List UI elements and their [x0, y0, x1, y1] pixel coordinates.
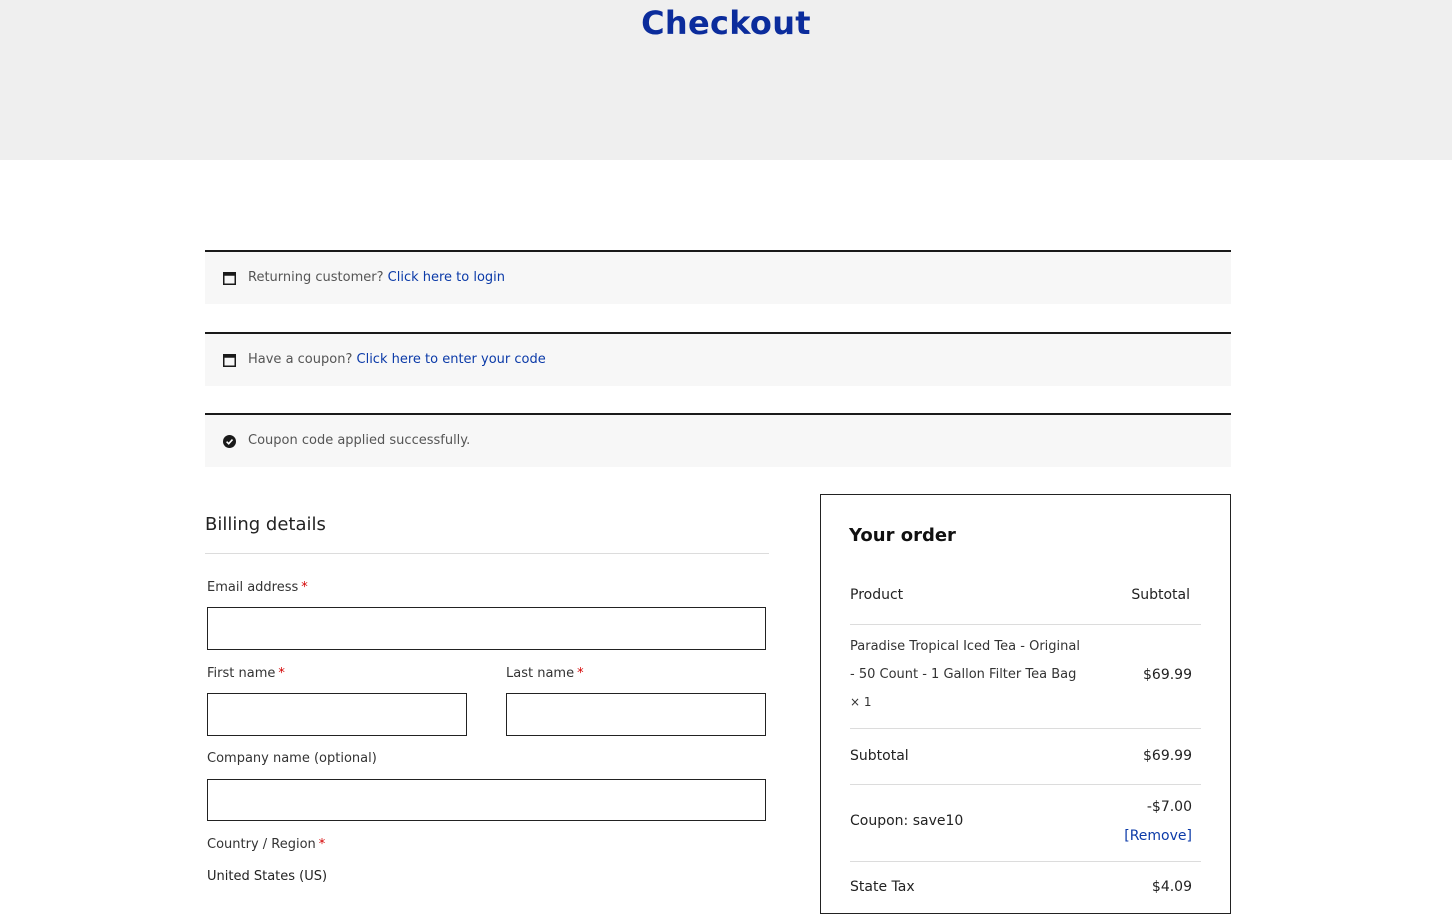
state-tax-label: State Tax: [850, 879, 915, 895]
window-icon: [223, 272, 236, 285]
order-divider: [850, 728, 1201, 729]
coupon-notice-prefix: Have a coupon?: [248, 352, 353, 367]
coupon-success-text: Coupon code applied successfully.: [248, 433, 471, 448]
order-item-name-line1: Paradise Tropical Iced Tea - Original: [850, 639, 1080, 654]
order-divider: [850, 624, 1201, 625]
login-link[interactable]: Click here to login: [388, 270, 505, 285]
product-column-header: Product: [850, 587, 904, 603]
last-name-label: Last name *: [506, 666, 584, 681]
coupon-success-notice: Coupon code applied successfully.: [205, 413, 1231, 467]
window-icon: [223, 354, 236, 367]
check-circle-icon: [223, 435, 236, 448]
order-divider: [850, 784, 1201, 785]
returning-customer-notice: Returning customer? Click here to login: [205, 250, 1231, 304]
last-name-label-text: Last name: [506, 666, 575, 681]
coupon-notice-text: Have a coupon? Click here to enter your …: [248, 352, 546, 367]
email-label: Email address *: [207, 580, 308, 595]
required-mark: *: [301, 580, 308, 595]
required-mark: *: [577, 666, 584, 681]
order-title: Your order: [849, 525, 956, 546]
state-tax-value: $4.09: [1151, 879, 1192, 895]
email-input[interactable]: [207, 607, 766, 650]
subtotal-column-header: Subtotal: [1131, 587, 1190, 603]
subtotal-value: $69.99: [1143, 748, 1192, 764]
first-name-label-text: First name: [207, 666, 276, 681]
order-item-qty: × 1: [850, 695, 872, 709]
enter-coupon-link[interactable]: Click here to enter your code: [357, 352, 546, 367]
returning-customer-prefix: Returning customer?: [248, 270, 384, 285]
returning-customer-text: Returning customer? Click here to login: [248, 270, 505, 285]
coupon-notice: Have a coupon? Click here to enter your …: [205, 332, 1231, 386]
first-name-label: First name *: [207, 666, 285, 681]
company-input[interactable]: [207, 779, 766, 821]
required-mark: *: [278, 666, 285, 681]
page-title: Checkout: [641, 4, 811, 42]
company-label: Company name (optional): [207, 751, 377, 766]
email-label-text: Email address: [207, 580, 299, 595]
order-review-panel: Your order Product Subtotal Paradise Tro…: [820, 494, 1231, 914]
billing-details-title: Billing details: [205, 514, 326, 535]
billing-divider: [205, 553, 769, 554]
country-value[interactable]: United States (US): [207, 869, 327, 884]
required-mark: *: [318, 837, 326, 852]
order-divider: [850, 861, 1201, 862]
remove-coupon-link[interactable]: [Remove]: [1124, 828, 1192, 844]
first-name-input[interactable]: [207, 693, 467, 736]
coupon-discount-value: -$7.00: [1146, 799, 1192, 815]
subtotal-label: Subtotal: [850, 748, 909, 764]
country-label-text: Country / Region: [207, 837, 316, 852]
order-item-name-line2: - 50 Count - 1 Gallon Filter Tea Bag: [850, 667, 1077, 682]
country-label: Country / Region *: [207, 837, 325, 852]
order-item-price: $69.99: [1143, 667, 1192, 683]
last-name-input[interactable]: [506, 693, 766, 736]
coupon-label: Coupon: save10: [850, 813, 964, 829]
